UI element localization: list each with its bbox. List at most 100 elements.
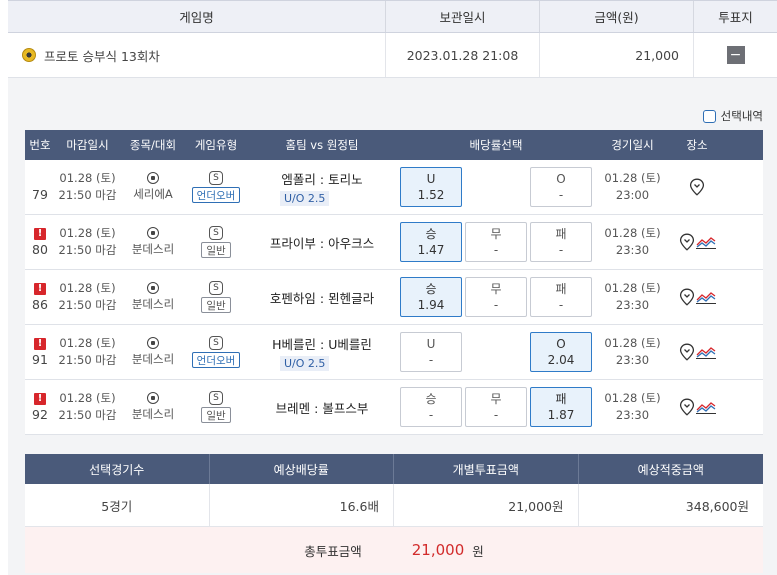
row-close: 21:50 마감	[58, 353, 117, 367]
total-bet-unit: 원	[472, 543, 484, 559]
checkbox-icon[interactable]	[702, 109, 716, 123]
row-place-cell	[671, 325, 723, 379]
row-type: 언더오버	[191, 187, 241, 203]
total-bet-value: 21,000	[411, 541, 465, 559]
odds-label: 패	[555, 392, 567, 406]
row-type: 일반	[201, 297, 231, 313]
row-odds-cell: 승 1.94 무 - 패 -	[398, 270, 594, 324]
trend-chart-icon[interactable]	[695, 400, 716, 414]
row-league: 분데스리	[131, 296, 175, 311]
row-type-cell: S 언더오버	[186, 160, 246, 214]
row-close: 21:50 마감	[58, 243, 117, 257]
row-odds-cell: 승 1.47 무 - 패 -	[398, 215, 594, 269]
row-date: 01.28 (토)	[59, 281, 116, 295]
map-pin-icon[interactable]	[679, 343, 695, 361]
row-match-time-cell: 01.28 (토) 23:30	[594, 380, 671, 434]
row-no-cell: ! 92	[25, 380, 55, 434]
row-sport-cell: 분데스리	[120, 270, 186, 324]
collapse-button[interactable]: −	[726, 46, 745, 64]
odds-value: -	[428, 408, 434, 422]
summary-table: 선택경기수 예상배당률 개별투표금액 예상적중금액 5경기 16.6배 21,0…	[25, 454, 763, 573]
row-match-time-cell: 01.28 (토) 23:30	[594, 270, 671, 324]
row-teams: 프라이부 : 아우크스	[269, 235, 375, 251]
soccer-ball-icon	[147, 336, 159, 349]
alert-icon: !	[34, 337, 46, 350]
row-no-cell: ! 80	[25, 215, 55, 269]
summary-bet: 21,000원	[394, 484, 579, 526]
soccer-ball-icon	[147, 281, 159, 294]
odds-option-button[interactable]: 패-	[530, 222, 592, 262]
soccer-ball-icon	[147, 171, 159, 184]
saved-slip-row[interactable]: 프로토 승부식 13회차 2023.01.28 21:08 21,000 −	[8, 33, 777, 78]
odds-value: 1.87	[547, 408, 575, 422]
odds-option-button[interactable]: 패-	[530, 277, 592, 317]
row-league: 분데스리	[131, 351, 175, 366]
row-close: 21:50 마감	[58, 188, 117, 202]
slip-name: 프로토 승부식 13회차	[44, 48, 160, 64]
row-teams: 브레멘 : 볼프스부	[275, 400, 369, 416]
row-type-cell: S 일반	[186, 270, 246, 324]
odds-label: 무	[490, 227, 502, 241]
table-row-80: ! 80 01.28 (토) 21:50 마감 분데스리 S 일반 프라이부 :…	[25, 215, 763, 270]
map-pin-icon[interactable]	[679, 288, 695, 306]
total-bet-label: 총투표금액	[304, 543, 362, 559]
row-deadline-cell: 01.28 (토) 21:50 마감	[55, 380, 120, 434]
row-no-cell: ! 86	[25, 270, 55, 324]
trend-chart-icon[interactable]	[695, 290, 716, 304]
row-match-date: 01.28 (토)	[604, 336, 661, 350]
slip-name-cell[interactable]: 프로토 승부식 13회차	[8, 33, 386, 77]
odds-option-button[interactable]: 무-	[465, 277, 527, 317]
row-deadline-cell: 01.28 (토) 21:50 마감	[55, 325, 120, 379]
odds-option-button[interactable]: 무-	[465, 387, 527, 427]
odds-option-button[interactable]: 승 1.94	[400, 277, 462, 317]
soccer-ball-icon	[147, 226, 159, 239]
select-history-label: 선택내역	[720, 109, 763, 123]
trend-chart-icon[interactable]	[695, 345, 716, 359]
row-close: 21:50 마감	[58, 298, 117, 312]
row-type: 언더오버	[191, 352, 241, 368]
row-place-cell	[671, 270, 723, 324]
row-sport-cell: 분데스리	[120, 325, 186, 379]
map-pin-icon[interactable]	[679, 398, 695, 416]
row-league: 분데스리	[131, 241, 175, 256]
row-teams: 엠폴리 : 토리노	[281, 171, 363, 187]
map-pin-icon[interactable]	[679, 233, 695, 251]
header-vote-slip: 투표지	[718, 10, 753, 25]
select-history-checkbox[interactable]: 선택내역	[702, 108, 763, 124]
row-match-date: 01.28 (토)	[604, 391, 661, 405]
odds-option-button[interactable]: O 2.04	[530, 332, 592, 372]
odds-option-button[interactable]: 무-	[465, 222, 527, 262]
odds-label: U	[426, 337, 436, 351]
header-amount: 금액(원)	[540, 1, 694, 32]
odds-value: -	[558, 243, 564, 257]
summary-win: 348,600원	[685, 498, 749, 514]
proto-coin-icon	[22, 48, 36, 62]
alert-icon: !	[34, 392, 46, 405]
row-deadline-cell: 01.28 (토) 21:50 마감	[55, 160, 120, 214]
col-sport: 종목/대회	[129, 138, 177, 152]
row-no: 92	[32, 406, 48, 422]
summary-odds-header: 예상배당률	[210, 454, 394, 484]
odds-placeholder	[465, 167, 527, 207]
trend-chart-icon[interactable]	[695, 235, 716, 249]
summary-win-header: 예상적중금액	[637, 462, 704, 477]
odds-label: 패	[555, 227, 567, 241]
odds-option-button[interactable]: U-	[400, 332, 462, 372]
slip-detail-panel: 선택내역 번호 마감일시 종목/대회 게임유형 홈팀 vs 원정팀 배당률선택 …	[8, 78, 777, 575]
odds-option-button[interactable]: 승-	[400, 387, 462, 427]
row-teams-cell: 브레멘 : 볼프스부	[246, 380, 398, 434]
map-pin-icon[interactable]	[689, 178, 705, 196]
row-sport-cell: 분데스리	[120, 215, 186, 269]
odds-value: -	[493, 243, 499, 257]
odds-value: -	[558, 188, 564, 202]
odds-option-button[interactable]: U 1.52	[400, 167, 462, 207]
header-game-name: 게임명	[8, 1, 386, 32]
odds-option-button[interactable]: O-	[530, 167, 592, 207]
odds-option-button[interactable]: 패 1.87	[530, 387, 592, 427]
row-place-cell	[671, 160, 723, 214]
col-match-time: 경기일시	[611, 138, 654, 152]
odds-option-button[interactable]: 승 1.47	[400, 222, 462, 262]
row-teams-cell: 호펜하임 : 묀헨글라	[246, 270, 398, 324]
odds-label: 승	[425, 392, 437, 406]
odds-label: O	[556, 172, 566, 186]
